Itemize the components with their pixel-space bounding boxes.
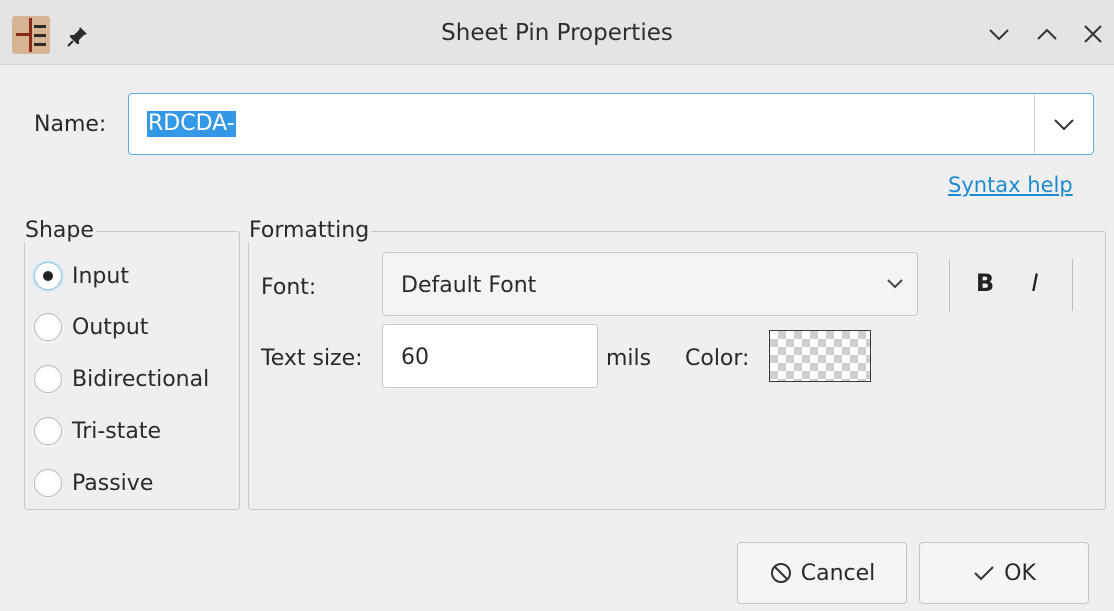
- close-icon: [1084, 25, 1102, 43]
- name-value[interactable]: RDCDA-: [147, 111, 236, 137]
- ok-button[interactable]: OK: [919, 542, 1089, 604]
- color-swatch-button[interactable]: [769, 330, 871, 382]
- checkmark-icon: [972, 561, 996, 585]
- radio-icon: [34, 365, 62, 393]
- chevron-down-icon: [885, 273, 905, 297]
- bold-button[interactable]: B: [970, 266, 1000, 300]
- toolbar-separator: [1072, 259, 1073, 311]
- name-dropdown-button[interactable]: [1034, 94, 1093, 154]
- font-value: Default Font: [401, 273, 537, 298]
- syntax-help-link[interactable]: Syntax help: [948, 173, 1073, 197]
- title-bar: Sheet Pin Properties: [0, 0, 1114, 65]
- text-size-input[interactable]: 60: [382, 324, 598, 388]
- window-title: Sheet Pin Properties: [441, 20, 673, 46]
- shape-legend: Shape: [25, 218, 94, 243]
- chevron-down-icon: [1054, 119, 1074, 131]
- chevron-up-icon: [1037, 28, 1057, 40]
- font-label: Font:: [261, 275, 317, 300]
- toolbar-separator: [949, 259, 950, 311]
- shape-radio-tristate[interactable]: Tri-state: [34, 414, 161, 448]
- shape-radio-output[interactable]: Output: [34, 310, 148, 344]
- font-select[interactable]: Default Font: [382, 252, 918, 316]
- minimize-button[interactable]: [984, 20, 1014, 48]
- shape-radio-passive[interactable]: Passive: [34, 466, 153, 500]
- cancel-button[interactable]: Cancel: [737, 542, 907, 604]
- radio-icon: [34, 417, 62, 445]
- cancel-icon: [769, 561, 793, 585]
- units-label: mils: [606, 346, 652, 371]
- radio-icon: [34, 313, 62, 341]
- text-size-label: Text size:: [261, 346, 363, 371]
- radio-icon: [34, 469, 62, 497]
- name-label: Name:: [34, 112, 107, 137]
- chevron-down-icon: [989, 29, 1009, 41]
- name-input[interactable]: RDCDA-: [128, 93, 1094, 155]
- formatting-legend: Formatting: [249, 218, 370, 243]
- shape-radio-input[interactable]: Input: [34, 259, 129, 293]
- text-size-value[interactable]: 60: [401, 345, 429, 370]
- close-button[interactable]: [1078, 20, 1108, 48]
- maximize-button[interactable]: [1032, 20, 1062, 48]
- shape-radio-bidirectional[interactable]: Bidirectional: [34, 362, 209, 396]
- color-label: Color:: [685, 346, 750, 371]
- italic-button[interactable]: I: [1020, 266, 1050, 300]
- radio-icon: [34, 262, 62, 290]
